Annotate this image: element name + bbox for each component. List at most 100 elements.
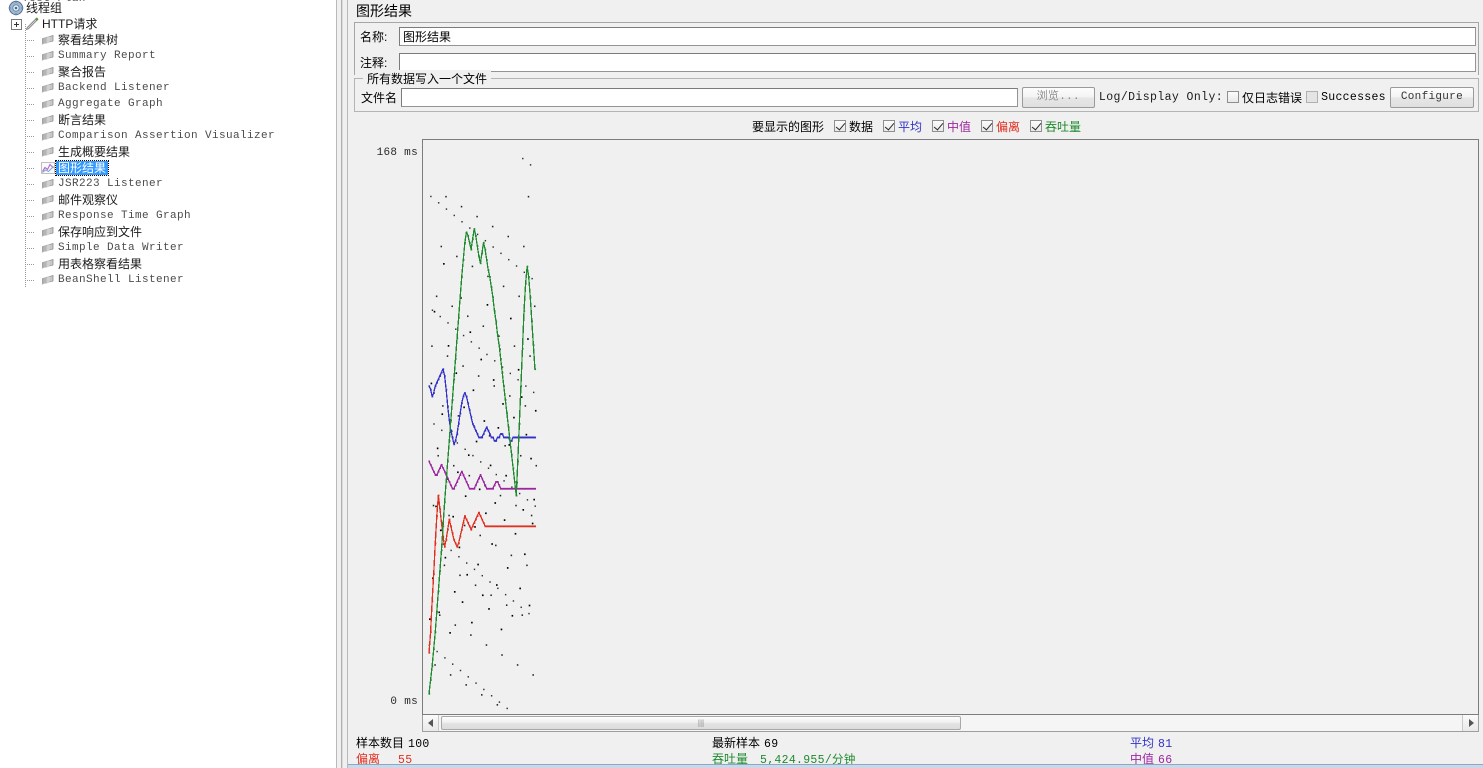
listener-icon bbox=[40, 32, 56, 48]
test-plan-tree-panel[interactable]: Test Plan 线程组HTTP请求察看结果树Summary Report聚合… bbox=[0, 0, 336, 768]
tree-connector-tick bbox=[25, 248, 34, 249]
tree-item-3[interactable]: Summary Report bbox=[0, 48, 336, 64]
tree-item-6[interactable]: Aggregate Graph bbox=[0, 96, 336, 112]
tree-item-label[interactable]: Summary Report bbox=[56, 49, 158, 63]
tree-item-16[interactable]: 用表格察看结果 bbox=[0, 256, 336, 272]
graph-toggle-data[interactable]: 数据 bbox=[833, 118, 873, 135]
graph-toggle-deviation-label: 偏离 bbox=[996, 119, 1021, 134]
graph-toggle-deviation[interactable]: 偏离 bbox=[981, 118, 1020, 135]
tree-item-label[interactable]: Aggregate Graph bbox=[56, 97, 165, 111]
graph-toggle-throughput-label: 吞吐量 bbox=[1045, 119, 1082, 134]
y-axis: 168 ms 0 ms bbox=[354, 139, 422, 732]
comment-input[interactable] bbox=[399, 52, 1476, 72]
test-plan-tree[interactable]: 线程组 HTTP请求察看结果树 Summary Report 聚合报告 Backend … bbox=[0, 0, 336, 288]
panel-splitter[interactable] bbox=[336, 0, 348, 768]
tree-item-label[interactable]: 断言结果 bbox=[56, 113, 108, 127]
errors-only-checkbox-box[interactable] bbox=[1227, 91, 1240, 103]
tree-item-0[interactable]: 线程组 bbox=[0, 0, 336, 16]
tree-connector-tick bbox=[25, 264, 34, 265]
graph-toggle-deviation-box[interactable] bbox=[981, 120, 994, 132]
graph-toggle-average-label: 平均 bbox=[897, 119, 922, 134]
tree-item-2[interactable]: 察看结果树 bbox=[0, 32, 336, 48]
tree-item-10[interactable]: 图形结果 bbox=[0, 160, 336, 176]
graph-plot[interactable] bbox=[422, 139, 1479, 715]
tree-connector-tick bbox=[25, 232, 34, 233]
graph-results-panel: 图形结果 名称: 注释: 所有数据写入一个文件 文件名 浏览... Log/Di… bbox=[348, 0, 1483, 768]
successes-checkbox[interactable]: Successes bbox=[1306, 91, 1386, 104]
tree-connector-tick bbox=[25, 72, 34, 73]
y-axis-tick: 168 ms bbox=[376, 147, 418, 159]
tree-item-14[interactable]: 保存响应到文件 bbox=[0, 224, 336, 240]
tree-connector-tick bbox=[25, 120, 34, 121]
tree-connector-tick bbox=[25, 136, 34, 137]
listener-icon bbox=[40, 256, 56, 272]
graph-toggle-median[interactable]: 中值 bbox=[932, 118, 971, 135]
tree-item-label[interactable]: BeanShell Listener bbox=[56, 273, 186, 287]
tree-item-label[interactable]: 察看结果树 bbox=[56, 33, 120, 47]
browse-button[interactable]: 浏览... bbox=[1021, 86, 1095, 108]
successes-checkbox-box[interactable] bbox=[1306, 91, 1319, 103]
scroll-left-arrow-icon[interactable] bbox=[423, 715, 439, 731]
name-input[interactable] bbox=[399, 26, 1476, 46]
filename-input[interactable] bbox=[401, 87, 1018, 107]
tree-item-label[interactable]: HTTP请求 bbox=[40, 17, 99, 31]
listener-icon bbox=[40, 128, 56, 144]
tree-item-7[interactable]: 断言结果 bbox=[0, 112, 336, 128]
tree-item-label[interactable]: 线程组 bbox=[24, 1, 64, 15]
tree-item-8[interactable]: Comparison Assertion Visualizer bbox=[0, 128, 336, 144]
tree-item-13[interactable]: Response Time Graph bbox=[0, 208, 336, 224]
graph-toggle-throughput-box[interactable] bbox=[1030, 120, 1043, 132]
graph-toggle-median-label: 中值 bbox=[947, 119, 972, 134]
stat-latest-sample-label: 最新样本 bbox=[712, 736, 761, 750]
http-request-icon bbox=[24, 16, 40, 32]
tree-item-label[interactable]: Simple Data Writer bbox=[56, 241, 186, 255]
tree-item-17[interactable]: BeanShell Listener bbox=[0, 272, 336, 288]
stat-samples: 样本数目 100 bbox=[356, 734, 430, 751]
page-title: 图形结果 bbox=[356, 3, 412, 19]
tree-item-label[interactable]: Comparison Assertion Visualizer bbox=[56, 129, 277, 143]
plot-wrap bbox=[422, 139, 1479, 732]
scrollbar-thumb[interactable] bbox=[441, 716, 961, 730]
graph-toggle-throughput[interactable]: 吞吐量 bbox=[1030, 118, 1081, 135]
tree-item-12[interactable]: 邮件观察仪 bbox=[0, 192, 336, 208]
tree-item-4[interactable]: 聚合报告 bbox=[0, 64, 336, 80]
series-中值 bbox=[428, 460, 537, 490]
tree-connector-tick bbox=[25, 216, 34, 217]
name-comment-box: 名称: 注释: bbox=[354, 22, 1479, 75]
tree-item-label[interactable]: 图形结果 bbox=[54, 160, 110, 176]
tree-connector-tick bbox=[25, 168, 34, 169]
thread-group-icon bbox=[8, 0, 24, 16]
tree-item-11[interactable]: JSR223 Listener bbox=[0, 176, 336, 192]
scroll-right-arrow-icon[interactable] bbox=[1462, 715, 1478, 731]
graph-toggle-average-box[interactable] bbox=[882, 120, 895, 132]
y-axis-tick: 0 ms bbox=[390, 696, 418, 708]
graph-toggle-average[interactable]: 平均 bbox=[882, 118, 922, 135]
errors-only-checkbox[interactable]: 仅日志错误 bbox=[1227, 89, 1302, 106]
graph-toggle-data-box[interactable] bbox=[833, 120, 846, 132]
graph-toggle-median-box[interactable] bbox=[932, 120, 944, 132]
graph-statistics: 样本数目 100 偏离 55 最新样本 69 吞吐量 5,424.955/分钟 … bbox=[354, 732, 1479, 768]
graph-horizontal-scrollbar[interactable] bbox=[422, 715, 1479, 732]
tree-item-label[interactable]: JSR223 Listener bbox=[56, 177, 165, 191]
tree-item-label[interactable]: Response Time Graph bbox=[56, 209, 193, 223]
tree-connector-tick bbox=[25, 40, 34, 41]
tree-expander-icon[interactable] bbox=[11, 18, 22, 30]
stat-average: 平均 81 bbox=[1130, 734, 1172, 751]
tree-item-label[interactable]: 聚合报告 bbox=[56, 65, 108, 79]
tree-item-1[interactable]: HTTP请求 bbox=[0, 16, 336, 32]
tree-item-label[interactable]: 用表格察看结果 bbox=[56, 257, 144, 271]
tree-connector-tick bbox=[25, 104, 34, 105]
tree-item-9[interactable]: 生成概要结果 bbox=[0, 144, 336, 160]
tree-item-5[interactable]: Backend Listener bbox=[0, 80, 336, 96]
scrollbar-track[interactable] bbox=[439, 715, 1462, 731]
tree-item-label[interactable]: 生成概要结果 bbox=[56, 145, 132, 159]
write-all-data-to-file-group: 所有数据写入一个文件 文件名 浏览... Log/Display Only: 仅… bbox=[354, 70, 1479, 112]
tree-item-15[interactable]: Simple Data Writer bbox=[0, 240, 336, 256]
tree-item-label[interactable]: Backend Listener bbox=[56, 81, 172, 95]
series-吞吐量 bbox=[428, 228, 537, 695]
tree-item-label[interactable]: 邮件观察仪 bbox=[56, 193, 120, 207]
configure-button[interactable]: Configure bbox=[1389, 86, 1474, 108]
name-row: 名称: bbox=[355, 23, 1478, 49]
comment-row: 注释: bbox=[355, 49, 1478, 75]
tree-item-label[interactable]: 保存响应到文件 bbox=[56, 225, 144, 239]
